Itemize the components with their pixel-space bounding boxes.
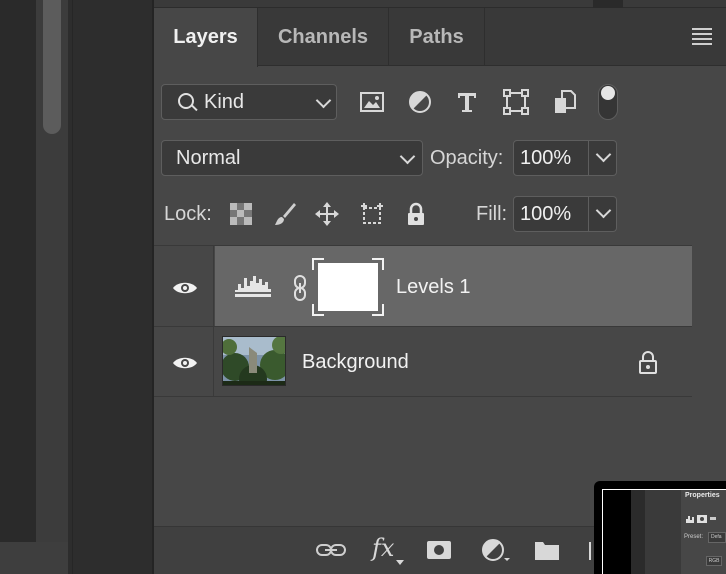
panel-top-strip: [154, 0, 726, 8]
layer-thumbnail: [222, 336, 286, 386]
layer-row-background[interactable]: [215, 327, 692, 397]
layer-name[interactable]: Levels 1: [396, 276, 471, 299]
blend-mode-dropdown[interactable]: Normal: [161, 140, 423, 176]
chain-link-icon[interactable]: [292, 274, 308, 302]
properties-preview-levels-icon: [686, 511, 716, 523]
properties-preview-channel: RGB: [706, 556, 722, 566]
lock-position-icon[interactable]: [314, 201, 340, 227]
filter-toggle-knob: [601, 86, 615, 100]
eye-icon[interactable]: [172, 280, 198, 296]
new-adjustment-icon[interactable]: [481, 538, 511, 562]
panel-gutter: [68, 0, 152, 574]
divider: [154, 396, 692, 397]
properties-preview-sidebar: [645, 490, 681, 574]
scrollbar-thumb[interactable]: [43, 0, 61, 134]
layer-name[interactable]: Background: [302, 351, 409, 374]
tab-channels[interactable]: Channels: [258, 8, 389, 66]
lock-transparent-pixels-icon[interactable]: [228, 201, 254, 227]
opacity-input[interactable]: 100%: [513, 140, 589, 176]
canvas-area: [0, 0, 36, 574]
panel-menu-icon[interactable]: [692, 28, 712, 45]
properties-preview-title: Properties: [685, 492, 720, 499]
opacity-label: Opacity:: [430, 147, 504, 169]
chevron-down-icon: [399, 148, 416, 165]
fx-menu-caret: [396, 560, 404, 565]
lock-icon[interactable]: [638, 350, 658, 374]
properties-preview-gutter: [631, 490, 645, 574]
adjustment-filter-icon[interactable]: [406, 88, 434, 116]
fill-input[interactable]: 100%: [513, 196, 589, 232]
lock-artboard-icon[interactable]: [359, 201, 385, 227]
chevron-down-icon: [315, 92, 332, 109]
lock-image-pixels-icon[interactable]: [272, 201, 298, 227]
shape-filter-icon[interactable]: [502, 88, 530, 116]
panel-top-strip-dark: [593, 0, 623, 8]
divider: [72, 0, 73, 574]
add-mask-icon[interactable]: [426, 538, 452, 562]
tab-paths[interactable]: Paths: [389, 8, 485, 66]
left-panel-footer: [0, 542, 68, 574]
filter-kind-label: Kind: [204, 91, 245, 113]
eye-icon[interactable]: [172, 355, 198, 371]
blend-mode-value: Normal: [176, 147, 241, 169]
tab-layers[interactable]: Layers: [154, 8, 258, 67]
search-icon: [178, 93, 194, 109]
link-layers-icon[interactable]: [316, 538, 346, 562]
lock-label: Lock:: [164, 203, 212, 225]
fx-icon[interactable]: fx: [372, 534, 394, 562]
mask-preview: [318, 263, 378, 311]
new-group-icon[interactable]: [534, 538, 560, 562]
fill-label: Fill:: [476, 203, 508, 225]
levels-adjustment-icon: [234, 272, 274, 298]
properties-preview-preset-value: Defa: [708, 532, 726, 543]
image-filter-icon[interactable]: [358, 88, 386, 116]
filter-kind-dropdown[interactable]: Kind: [161, 84, 337, 120]
properties-preview-preset-label: Preset:: [684, 534, 704, 540]
type-filter-icon[interactable]: [453, 88, 481, 116]
properties-preview-canvas: [603, 490, 631, 574]
smart-object-filter-icon[interactable]: [551, 88, 579, 116]
lock-all-icon[interactable]: [403, 201, 429, 227]
